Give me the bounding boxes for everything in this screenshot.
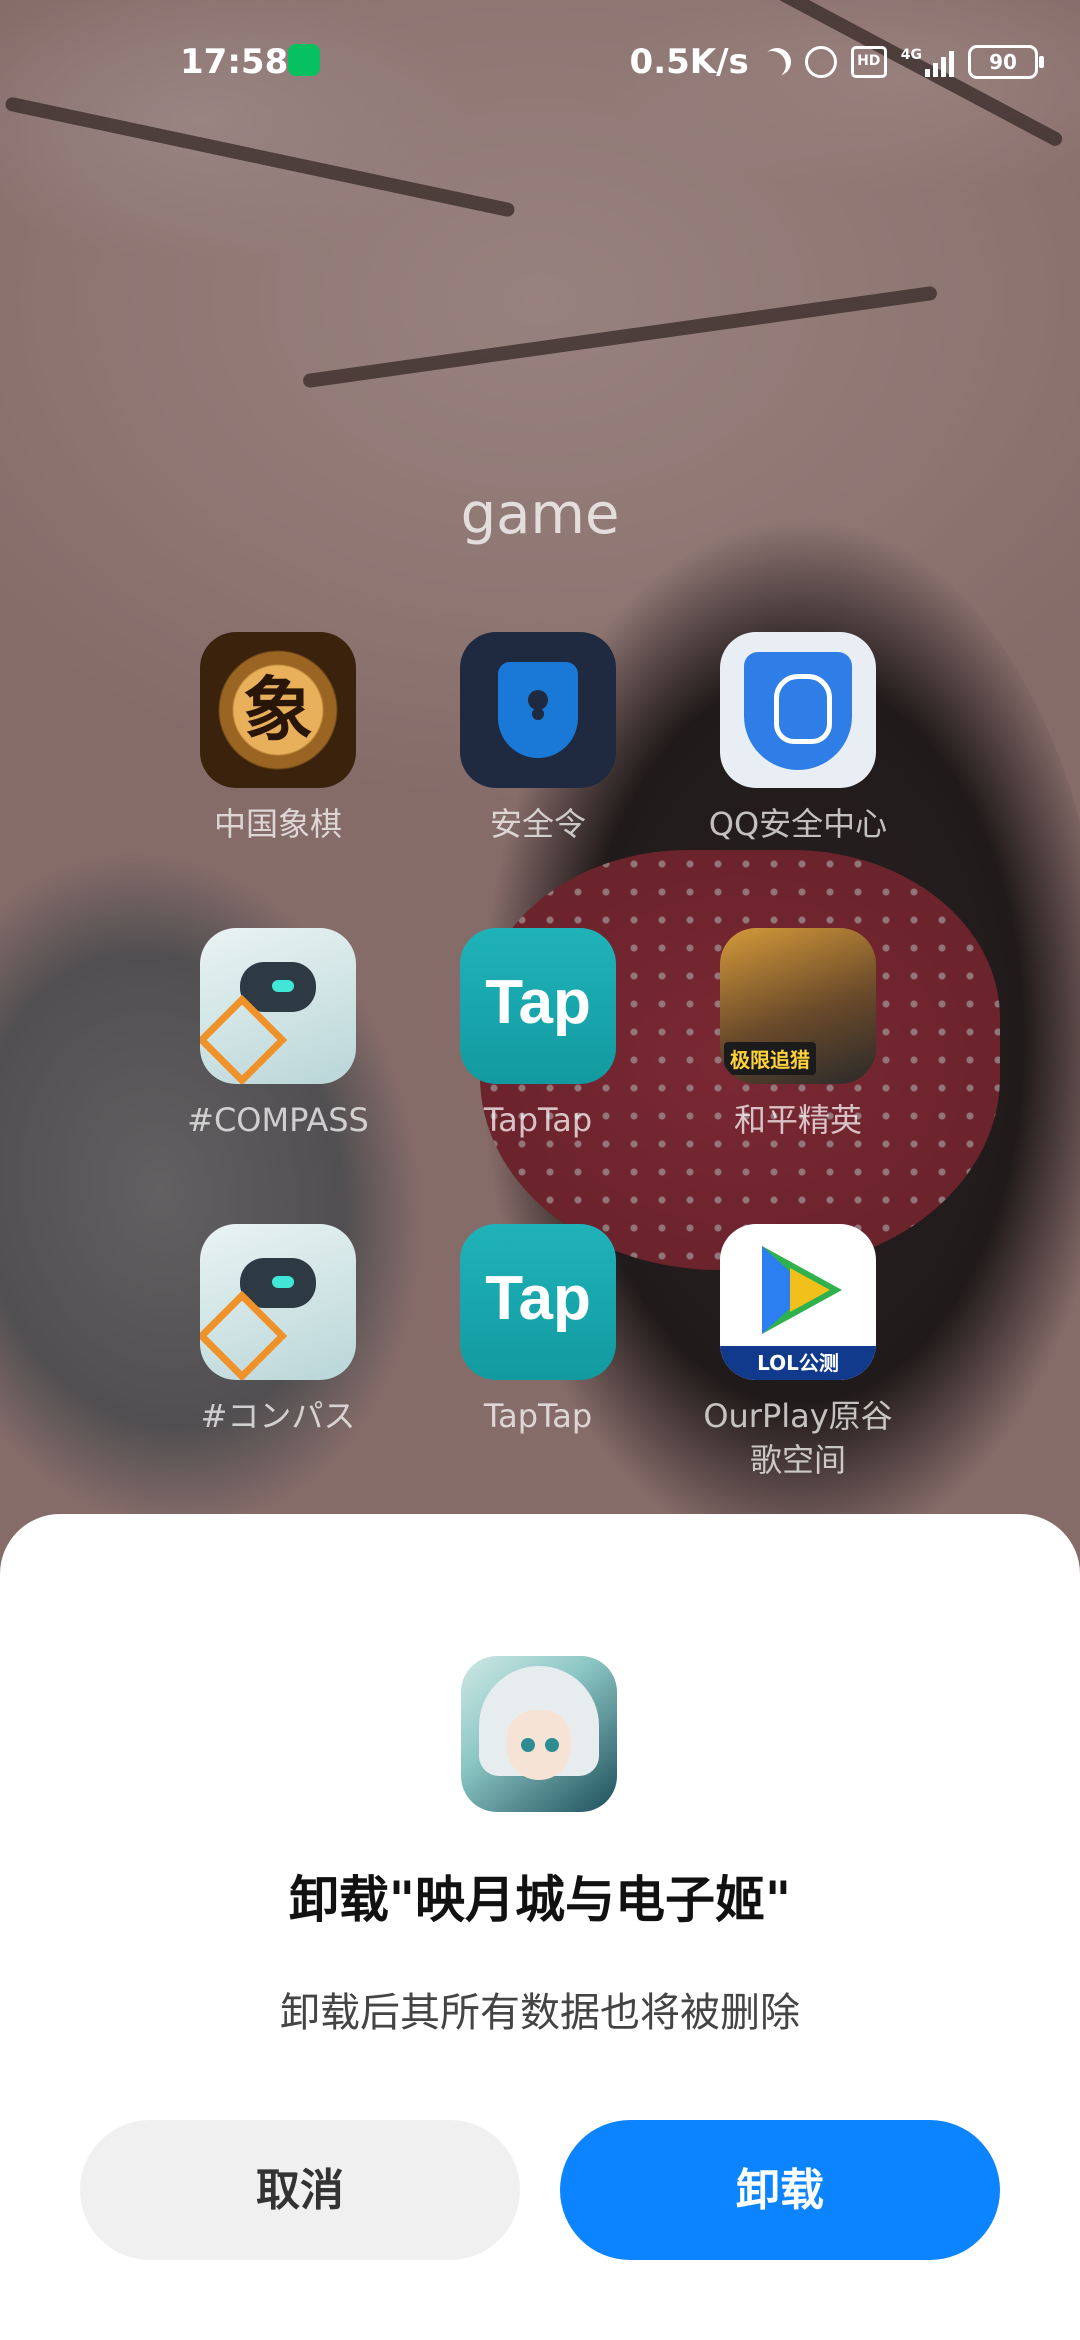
app-label: #コンパス — [200, 1397, 356, 1435]
hd-icon: HD — [850, 46, 887, 78]
security-token-icon — [460, 632, 616, 788]
ourplay-icon: LOL公测 — [720, 1224, 876, 1380]
network-speed: 0.5K/s — [629, 42, 749, 82]
uninstall-dialog: 卸载"映月城与电子姬" 卸载后其所有数据也将被删除 取消 卸载 — [0, 1514, 1080, 2340]
app-label: #COMPASS — [187, 1101, 369, 1139]
dialog-message: 卸载后其所有数据也将被删除 — [280, 1990, 800, 2036]
app-compass-jp[interactable]: #コンパス — [148, 1224, 408, 1438]
status-time: 17:58 — [180, 42, 289, 82]
app-label: TapTap — [483, 1397, 593, 1435]
signal-icon: 4G — [901, 47, 954, 77]
compass-robot-icon — [200, 1224, 356, 1380]
battery-icon: 90 — [968, 45, 1044, 79]
compass-robot-icon — [200, 928, 356, 1084]
app-security-token[interactable]: 安全令 — [408, 632, 668, 846]
status-bar: 17:58 0.5K/s HD 4G 90 — [0, 42, 1080, 82]
app-peacekeeper-elite[interactable]: 极限追猎 和平精英 — [668, 928, 928, 1142]
app-label: 和平精英 — [733, 1101, 862, 1139]
taptap-icon: Tap — [460, 928, 616, 1084]
alarm-icon — [804, 46, 837, 78]
app-label: 中国象棋 — [213, 805, 342, 843]
app-label: 安全令 — [489, 805, 586, 843]
app-taptap-2[interactable]: Tap TapTap — [408, 1224, 668, 1438]
qq-security-icon — [720, 632, 876, 788]
dialog-title: 卸载"映月城与电子姬" — [288, 1871, 792, 1929]
status-right: 0.5K/s HD 4G 90 — [629, 42, 1044, 82]
chinese-chess-icon: 象 — [200, 632, 356, 788]
cancel-button[interactable]: 取消 — [80, 2120, 520, 2260]
app-qq-security[interactable]: QQ安全中心 — [668, 632, 928, 846]
anime-girl-app-icon — [461, 1656, 617, 1812]
peacekeeper-elite-icon: 极限追猎 — [720, 928, 876, 1084]
signal-type: 4G — [900, 47, 922, 63]
app-ourplay[interactable]: LOL公测 OurPlay原谷歌空间 — [668, 1224, 928, 1482]
app-label: OurPlay原谷歌空间 — [703, 1397, 893, 1479]
app-label: QQ安全中心 — [708, 805, 888, 843]
app-label: TapTap — [483, 1101, 593, 1139]
app-compass[interactable]: #COMPASS — [148, 928, 408, 1142]
wechat-icon — [288, 44, 320, 76]
app-chinese-chess[interactable]: 象 中国象棋 — [148, 632, 408, 846]
taptap-icon: Tap — [460, 1224, 616, 1380]
app-taptap[interactable]: Tap TapTap — [408, 928, 668, 1142]
moon-icon — [758, 43, 796, 81]
folder-title[interactable]: game — [0, 482, 1080, 547]
uninstall-button[interactable]: 卸载 — [560, 2120, 1000, 2260]
